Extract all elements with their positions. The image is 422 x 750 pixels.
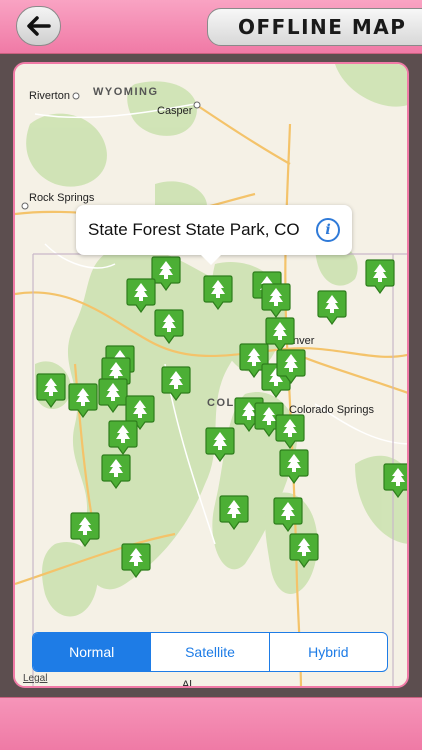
park-marker[interactable] <box>276 348 306 384</box>
park-marker[interactable] <box>289 532 319 568</box>
tree-icon <box>101 454 131 489</box>
park-marker[interactable] <box>101 453 131 489</box>
tree-icon <box>68 383 98 418</box>
tree-icon <box>275 414 305 449</box>
tree-icon <box>98 378 128 413</box>
tree-icon <box>36 373 66 408</box>
tree-icon <box>276 349 306 384</box>
park-marker[interactable] <box>219 494 249 530</box>
map-label-casper: Casper <box>157 105 193 117</box>
map-background <box>15 64 407 686</box>
top-bar: OFFLINE MAP <box>0 0 422 54</box>
park-marker[interactable] <box>161 365 191 401</box>
park-marker[interactable] <box>317 289 347 325</box>
park-marker[interactable] <box>365 258 395 294</box>
tree-icon <box>279 449 309 484</box>
tree-icon <box>365 259 395 294</box>
tree-icon <box>161 366 191 401</box>
bottom-bar <box>0 697 422 750</box>
tree-icon <box>203 275 233 310</box>
park-marker[interactable] <box>126 277 156 313</box>
park-marker[interactable] <box>68 382 98 418</box>
park-marker[interactable] <box>154 308 184 344</box>
park-marker[interactable] <box>203 274 233 310</box>
tree-icon <box>317 290 347 325</box>
map-label-partial: Al <box>182 679 192 688</box>
park-marker[interactable] <box>205 426 235 462</box>
park-marker[interactable] <box>121 542 151 578</box>
park-marker[interactable] <box>273 496 303 532</box>
tree-icon <box>108 420 138 455</box>
park-marker[interactable] <box>261 282 291 318</box>
map-label-rock-springs: Rock Springs <box>29 192 95 204</box>
map-label-riverton: Riverton <box>29 90 70 102</box>
tree-icon <box>205 427 235 462</box>
info-icon[interactable]: i <box>316 218 340 242</box>
map-view[interactable]: Riverton WYOMING Casper Rock Springs Den… <box>13 62 409 688</box>
tree-icon <box>126 278 156 313</box>
park-marker[interactable] <box>36 372 66 408</box>
tree-icon <box>383 463 407 498</box>
park-marker[interactable] <box>108 419 138 455</box>
arrow-left-icon <box>26 16 51 36</box>
map-type-satellite[interactable]: Satellite <box>151 633 270 671</box>
legal-link[interactable]: Legal <box>23 673 47 684</box>
park-marker[interactable] <box>383 462 407 498</box>
page-title: OFFLINE MAP <box>238 15 407 39</box>
tree-icon <box>154 309 184 344</box>
tree-icon <box>289 533 319 568</box>
tree-icon <box>265 317 295 352</box>
callout-tail <box>201 255 221 265</box>
map-type-segmented-control[interactable]: Normal Satellite Hybrid <box>32 632 388 672</box>
park-marker[interactable] <box>275 413 305 449</box>
park-marker[interactable] <box>265 316 295 352</box>
tree-icon <box>273 497 303 532</box>
park-marker[interactable] <box>98 377 128 413</box>
title-pill: OFFLINE MAP <box>207 8 422 46</box>
tree-icon <box>121 543 151 578</box>
map-type-hybrid[interactable]: Hybrid <box>270 633 387 671</box>
map-type-normal[interactable]: Normal <box>33 633 152 671</box>
park-marker[interactable] <box>70 511 100 547</box>
back-button[interactable] <box>16 6 61 46</box>
tree-icon <box>70 512 100 547</box>
map-label-wyoming: WYOMING <box>93 86 159 98</box>
map-callout[interactable]: State Forest State Park, CO i <box>76 205 352 265</box>
tree-icon <box>261 283 291 318</box>
tree-icon <box>219 495 249 530</box>
callout-title: State Forest State Park, CO <box>88 220 300 239</box>
park-marker[interactable] <box>279 448 309 484</box>
